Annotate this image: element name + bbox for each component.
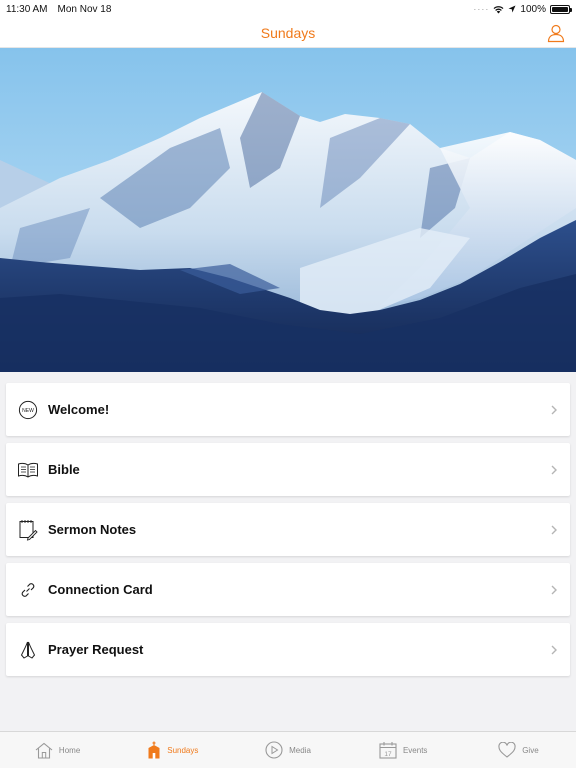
notepad-pencil-icon [17,519,39,541]
status-bar: 11:30 AM Mon Nov 18 ···· 100% [0,0,576,18]
nav-bar: Sundays [0,18,576,48]
battery-percent: 100% [520,3,546,15]
tab-events[interactable]: 17 Events [346,732,461,768]
location-arrow-icon [508,5,516,13]
chevron-right-icon [551,525,557,535]
tab-label: Give [522,745,539,755]
heart-icon [498,742,516,758]
link-icon [17,579,39,601]
menu-item-prayer-request[interactable]: Prayer Request [6,623,570,676]
battery-icon [550,4,572,14]
menu-item-label: Connection Card [48,582,153,597]
hero-image [0,48,576,372]
tab-label: Sundays [167,745,199,755]
open-book-icon [17,459,39,481]
menu-item-label: Bible [48,462,80,477]
sundays-menu-list: NEW Welcome! Bible Sermon Notes Connecti… [6,383,570,683]
wifi-icon [493,5,504,13]
menu-item-connection-card[interactable]: Connection Card [6,563,570,616]
praying-hands-icon [17,639,39,661]
play-circle-icon [265,741,283,759]
profile-icon[interactable] [546,23,566,43]
status-right: ···· 100% [473,3,572,15]
tab-bar: Home Sundays Media 17 Events Give [0,731,576,768]
tab-label: Events [402,745,428,755]
church-icon [148,741,160,759]
mountain-landscape [0,48,576,372]
tab-label: Media [289,745,311,755]
calendar-day: 17 [384,751,392,758]
chevron-right-icon [551,465,557,475]
tab-home[interactable]: Home [0,732,115,768]
battery-fill [552,6,568,12]
new-badge-text: NEW [22,408,34,414]
menu-item-welcome[interactable]: NEW Welcome! [6,383,570,436]
tab-sundays[interactable]: Sundays [115,732,230,768]
home-icon [35,742,53,759]
new-badge-icon: NEW [17,399,39,421]
status-date: Mon Nov 18 [57,3,112,15]
menu-item-label: Prayer Request [48,642,144,657]
tab-label: Home [58,745,81,755]
tab-give[interactable]: Give [461,732,576,768]
chevron-right-icon [551,405,557,415]
chevron-right-icon [551,645,557,655]
calendar-icon: 17 [379,742,397,759]
menu-item-bible[interactable]: Bible [6,443,570,496]
chevron-right-icon [551,585,557,595]
menu-item-sermon-notes[interactable]: Sermon Notes [6,503,570,556]
signal-dots-icon: ···· [473,4,490,14]
page-title: Sundays [260,24,316,41]
menu-item-label: Welcome! [48,402,110,417]
status-time: 11:30 AM [6,3,48,15]
menu-item-label: Sermon Notes [48,522,137,537]
tab-media[interactable]: Media [230,732,345,768]
